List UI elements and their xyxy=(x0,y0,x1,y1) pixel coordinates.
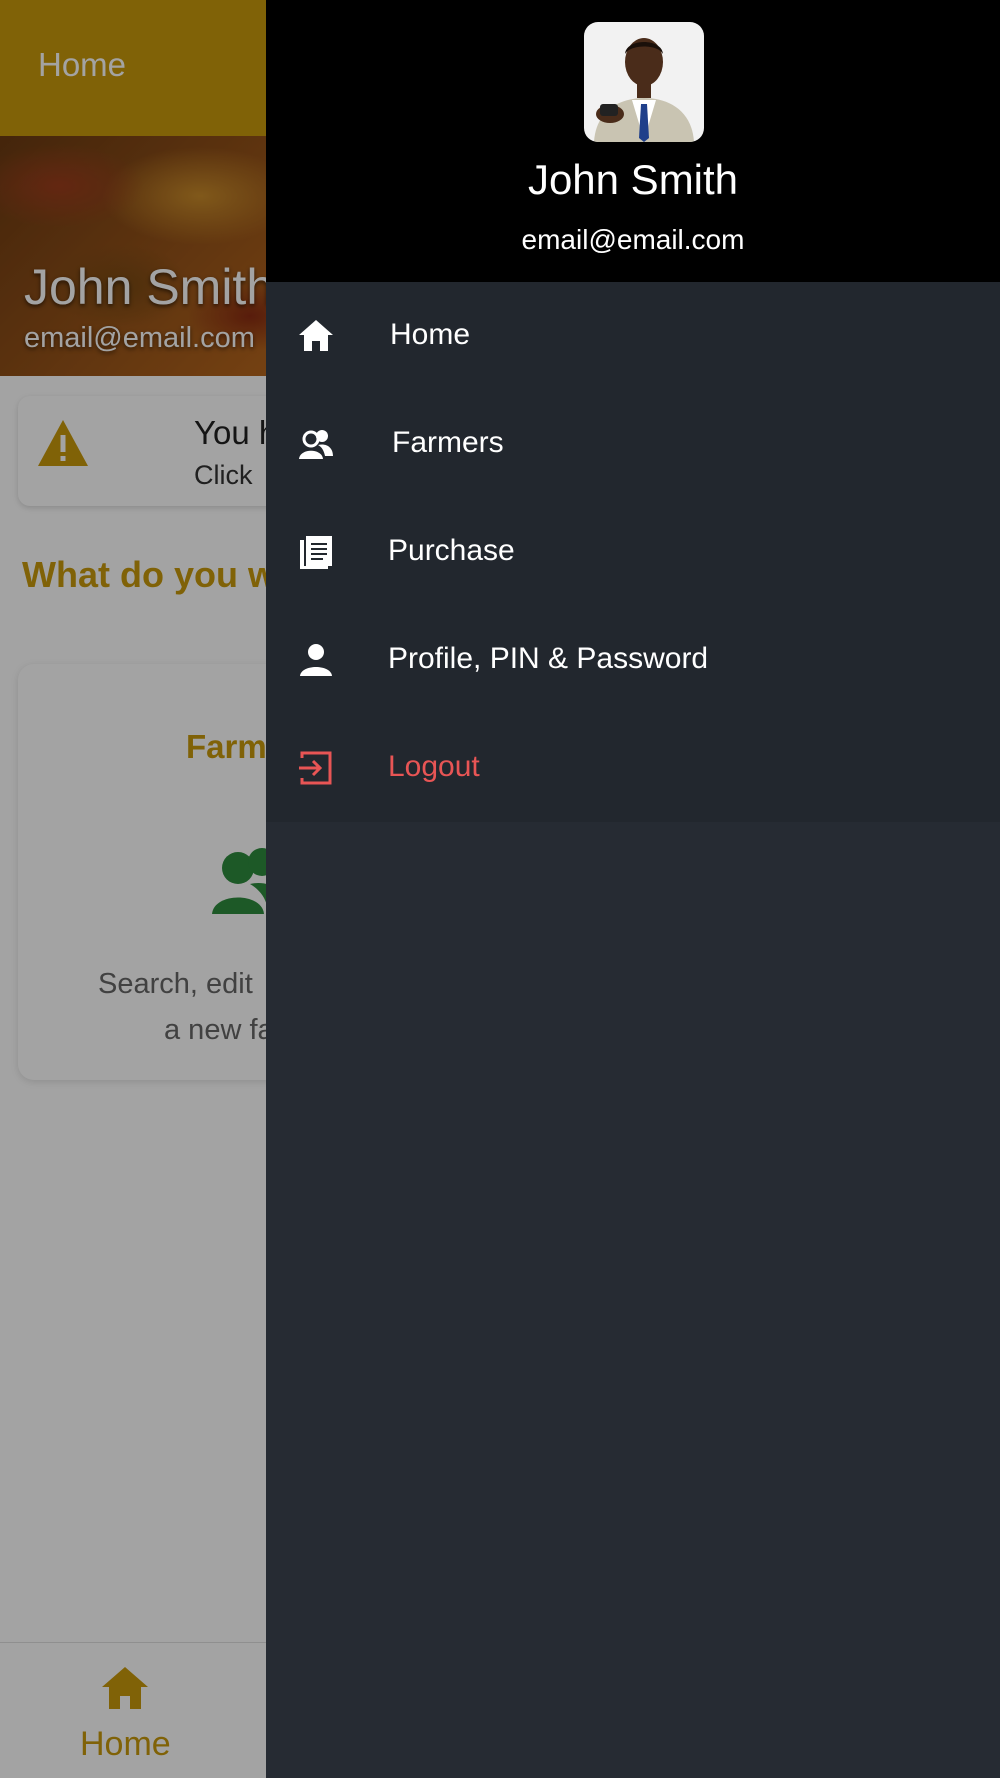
document-icon xyxy=(300,536,332,569)
drawer-menu: Home Farmers Purchase Profile, PIN & Pas… xyxy=(266,282,1000,822)
farmers-icon xyxy=(299,430,333,459)
menu-item-label: Logout xyxy=(388,750,480,783)
navigation-drawer: John Smith email@email.com Home Farmers xyxy=(266,0,1000,1778)
drawer-user-name: John Smith xyxy=(527,156,739,203)
menu-item-home[interactable]: Home xyxy=(266,282,1000,390)
menu-item-label: Purchase xyxy=(388,534,515,567)
menu-item-farmers[interactable]: Farmers xyxy=(266,390,1000,498)
avatar[interactable] xyxy=(584,22,704,142)
menu-item-logout[interactable]: Logout xyxy=(266,714,1000,822)
drawer-header: John Smith email@email.com xyxy=(266,0,1000,282)
person-icon xyxy=(300,644,332,676)
avatar-image xyxy=(584,22,704,142)
menu-item-profile[interactable]: Profile, PIN & Password xyxy=(266,606,1000,714)
menu-item-label: Home xyxy=(390,318,471,351)
drawer-user-email: email@email.com xyxy=(521,224,745,255)
home-icon xyxy=(299,320,333,351)
menu-item-label: Profile, PIN & Password xyxy=(388,642,709,675)
menu-item-purchase[interactable]: Purchase xyxy=(266,498,1000,606)
menu-item-label: Farmers xyxy=(392,426,504,459)
logout-icon xyxy=(299,751,332,785)
